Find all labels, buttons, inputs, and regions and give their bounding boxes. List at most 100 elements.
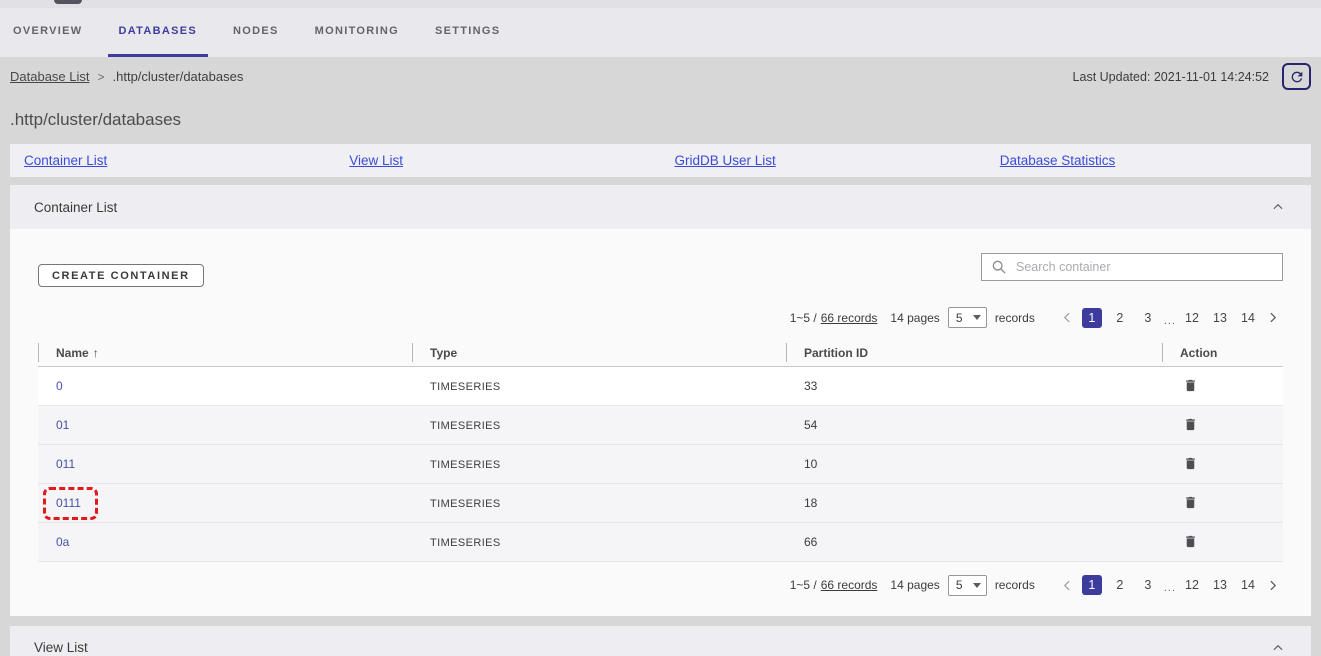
tab-overview[interactable]: OVERVIEW [2, 8, 94, 57]
page-number-2[interactable]: 2 [1110, 575, 1130, 595]
search-container-box [981, 253, 1283, 281]
next-page-button[interactable] [1262, 311, 1283, 324]
view-panel-title: View List [34, 640, 88, 655]
table-row: 0 TIMESERIES 33 [38, 366, 1283, 405]
delete-container-button[interactable] [1183, 377, 1198, 394]
container-type: TIMESERIES [430, 420, 501, 432]
link-database-statistics[interactable]: Database Statistics [1000, 153, 1116, 168]
total-records-link[interactable]: 66 records [821, 578, 878, 592]
page-ellipsis: ... [1164, 582, 1176, 594]
trash-icon [1183, 533, 1198, 550]
table-row: 01 TIMESERIES 54 [38, 405, 1283, 444]
last-updated-text: Last Updated: 2021-11-01 14:24:52 [1073, 70, 1269, 84]
page-number-13[interactable]: 13 [1210, 308, 1230, 328]
page-number-13[interactable]: 13 [1210, 575, 1230, 595]
page-number-2[interactable]: 2 [1110, 308, 1130, 328]
create-container-button[interactable]: CREATE CONTAINER [38, 264, 204, 287]
partition-id: 33 [804, 379, 817, 393]
container-link-01[interactable]: 01 [56, 418, 69, 432]
chevron-left-icon [1061, 579, 1074, 592]
search-container-input[interactable] [981, 253, 1283, 281]
column-header-type[interactable]: Type [412, 340, 786, 366]
sort-ascending-icon: ↑ [93, 346, 99, 360]
tab-monitoring[interactable]: MONITORING [304, 8, 410, 57]
container-table: Name↑ Type Partition ID Action 0 TIMESER… [38, 340, 1283, 562]
prev-page-button[interactable] [1057, 579, 1078, 592]
pagination-top: 1~5 / 66 records 14 pages 5 records 1 2 … [38, 307, 1283, 328]
column-header-action: Action [1162, 340, 1283, 366]
tab-settings[interactable]: SETTINGS [424, 8, 511, 57]
page-number-12[interactable]: 12 [1182, 575, 1202, 595]
table-header-row: Name↑ Type Partition ID Action [38, 340, 1283, 366]
link-view-list[interactable]: View List [349, 153, 403, 168]
column-header-partition-id[interactable]: Partition ID [786, 340, 1162, 366]
refresh-icon [1289, 69, 1305, 85]
trash-icon [1183, 455, 1198, 472]
main-nav: OVERVIEW DATABASES NODES MONITORING SETT… [0, 8, 1321, 57]
tab-databases[interactable]: DATABASES [108, 8, 209, 57]
container-type: TIMESERIES [430, 537, 501, 549]
container-link-011[interactable]: 011 [56, 457, 75, 471]
page-size-select[interactable]: 5 [948, 575, 987, 596]
refresh-button[interactable] [1282, 63, 1311, 90]
page-number-14[interactable]: 14 [1238, 575, 1258, 595]
top-bar: OVERVIEW DATABASES NODES MONITORING SETT… [0, 0, 1321, 57]
total-records-link[interactable]: 66 records [821, 311, 878, 325]
prev-page-button[interactable] [1057, 311, 1078, 324]
delete-container-button[interactable] [1183, 533, 1198, 550]
collapse-view-panel-button[interactable] [1269, 639, 1287, 656]
record-range: 1~5 / [790, 311, 817, 325]
container-link-0a[interactable]: 0a [56, 535, 69, 549]
breadcrumb-database-list-link[interactable]: Database List [10, 69, 90, 84]
tab-nodes[interactable]: NODES [222, 8, 290, 57]
container-link-0[interactable]: 0 [56, 379, 63, 393]
page-ellipsis: ... [1164, 315, 1176, 327]
dropdown-caret-icon [973, 315, 981, 320]
container-link-0111[interactable]: 0111 [56, 496, 81, 510]
quick-links-panel: Container List View List GridDB User Lis… [10, 144, 1311, 177]
pages-count: 14 pages [890, 311, 939, 325]
chevron-up-icon [1271, 641, 1285, 655]
chevron-right-icon [1266, 311, 1279, 324]
page-number-3[interactable]: 3 [1138, 308, 1158, 328]
link-container-list[interactable]: Container List [24, 153, 107, 168]
delete-container-button[interactable] [1183, 494, 1198, 511]
records-label: records [995, 578, 1035, 592]
trash-icon [1183, 494, 1198, 511]
table-row-highlighted: 0111 TIMESERIES 18 [38, 483, 1283, 522]
record-range: 1~5 / [790, 578, 817, 592]
delete-container-button[interactable] [1183, 455, 1198, 472]
partition-id: 54 [804, 418, 817, 432]
breadcrumb-current: .http/cluster/databases [113, 69, 244, 84]
delete-container-button[interactable] [1183, 416, 1198, 433]
link-griddb-user-list[interactable]: GridDB User List [675, 153, 776, 168]
page-number-12[interactable]: 12 [1182, 308, 1202, 328]
container-list-panel: Container List CREATE CONTAINER 1~5 / 66… [10, 185, 1311, 616]
records-label: records [995, 311, 1035, 325]
column-header-name[interactable]: Name↑ [38, 340, 412, 366]
page-title: .http/cluster/databases [10, 110, 181, 130]
pages-count: 14 pages [890, 578, 939, 592]
page-number-1[interactable]: 1 [1082, 575, 1102, 595]
dropdown-caret-icon [973, 583, 981, 588]
page-size-select[interactable]: 5 [948, 307, 987, 328]
partition-id: 18 [804, 496, 817, 510]
breadcrumb-separator: > [98, 70, 105, 84]
partition-id: 66 [804, 535, 817, 549]
next-page-button[interactable] [1262, 579, 1283, 592]
container-type: TIMESERIES [430, 459, 501, 471]
collapse-container-panel-button[interactable] [1269, 198, 1287, 216]
page-number-14[interactable]: 14 [1238, 308, 1258, 328]
chevron-up-icon [1271, 200, 1285, 214]
breadcrumb-row: Database List > .http/cluster/databases … [0, 57, 1321, 96]
window-top-strip [0, 0, 1321, 8]
logo-partial [54, 0, 82, 4]
table-row: 0a TIMESERIES 66 [38, 522, 1283, 561]
container-type: TIMESERIES [430, 381, 501, 393]
page-number-3[interactable]: 3 [1138, 575, 1158, 595]
page-size-value: 5 [956, 578, 963, 592]
trash-icon [1183, 377, 1198, 394]
partition-id: 10 [804, 457, 817, 471]
breadcrumb: Database List > .http/cluster/databases [10, 69, 243, 84]
page-number-1[interactable]: 1 [1082, 308, 1102, 328]
